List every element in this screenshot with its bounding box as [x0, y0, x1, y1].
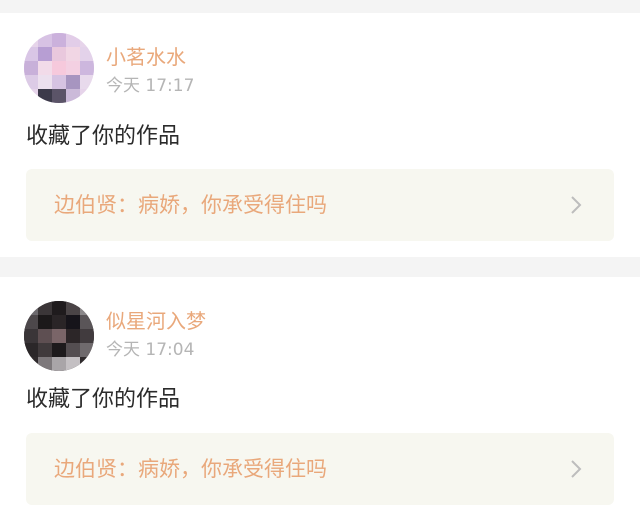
avatar[interactable] — [24, 33, 94, 103]
notification-card: 似星河入梦 今天 17:04 收藏了你的作品 边伯贤：病娇，你承受得住吗 — [0, 277, 640, 505]
username[interactable]: 小茗水水 — [106, 45, 186, 69]
action-text: 收藏了你的作品 — [26, 387, 181, 412]
username[interactable]: 似星河入梦 — [106, 309, 206, 333]
work-link[interactable]: 边伯贤：病娇，你承受得住吗 — [26, 433, 614, 505]
chevron-right-icon — [566, 195, 586, 215]
work-title: 边伯贤：病娇，你承受得住吗 — [54, 457, 327, 481]
notification-card: 小茗水水 今天 17:17 收藏了你的作品 边伯贤：病娇，你承受得住吗 — [0, 13, 640, 257]
chevron-right-icon — [566, 459, 586, 479]
work-title: 边伯贤：病娇，你承受得住吗 — [54, 193, 327, 217]
action-text: 收藏了你的作品 — [26, 124, 181, 149]
avatar[interactable] — [24, 301, 94, 371]
top-spacer — [0, 0, 640, 13]
timestamp: 今天 17:04 — [106, 340, 195, 360]
timestamp: 今天 17:17 — [106, 76, 195, 96]
work-link[interactable]: 边伯贤：病娇，你承受得住吗 — [26, 169, 614, 241]
